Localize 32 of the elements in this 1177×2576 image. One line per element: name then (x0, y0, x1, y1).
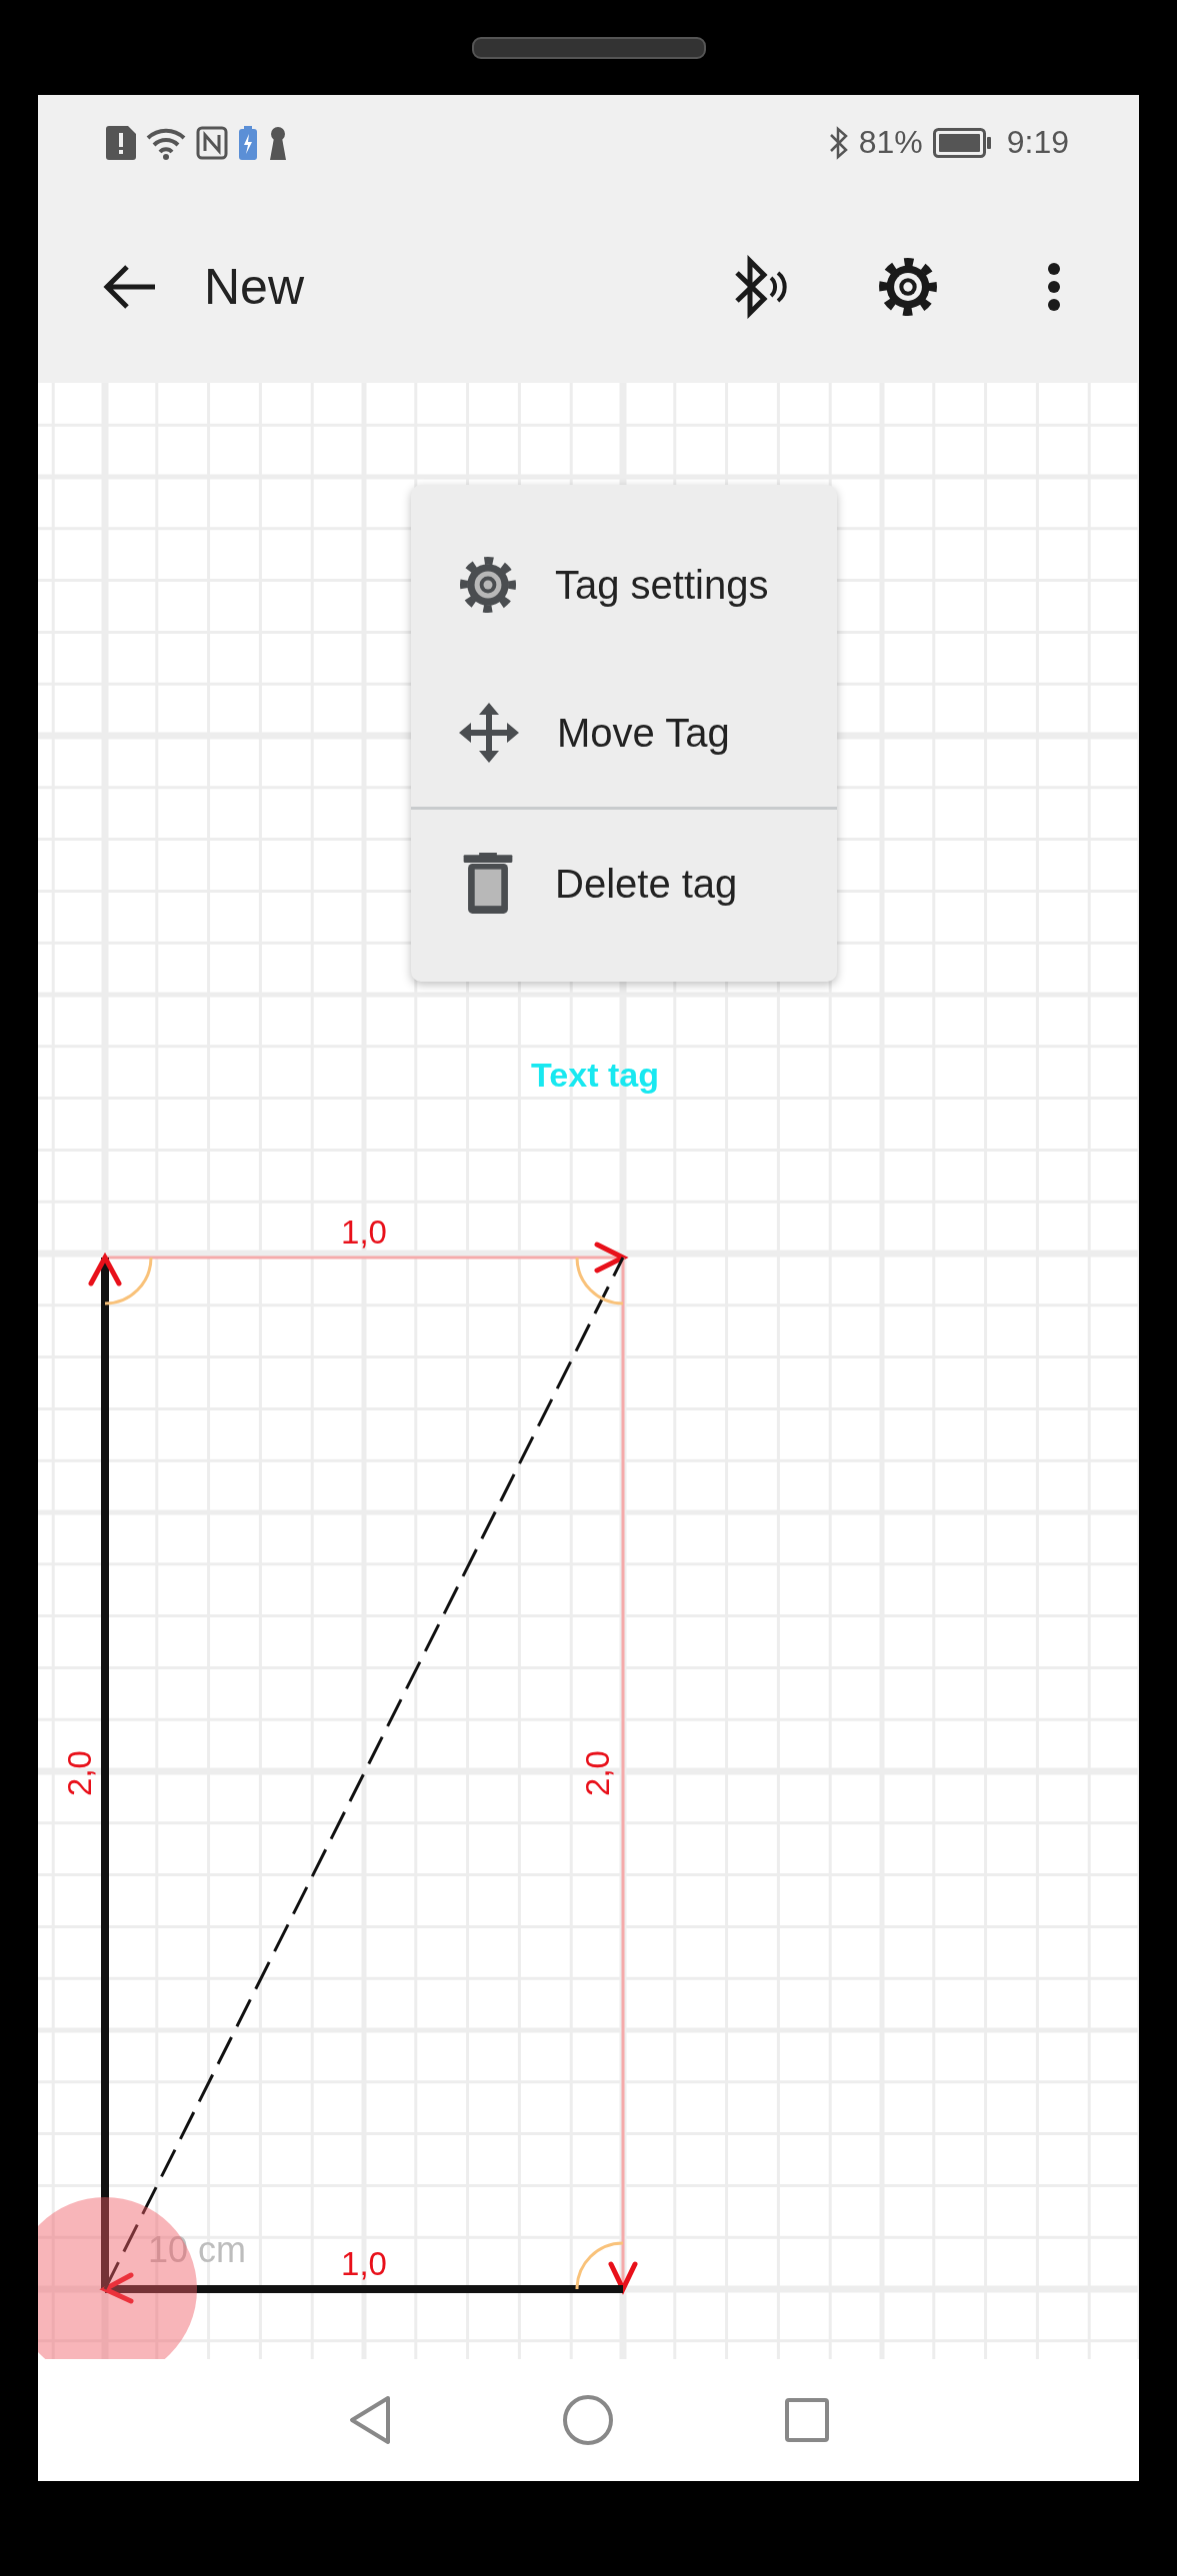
move-icon (457, 701, 521, 765)
scale-label: 10 cm (148, 2229, 247, 2270)
recents-square-icon (783, 2397, 830, 2443)
menu-item[interactable]: Delete tag (411, 810, 837, 958)
nav-back-button[interactable] (347, 2395, 392, 2445)
settings-icon (877, 255, 939, 318)
back-arrow-icon (103, 263, 157, 310)
angle-arc (104, 1257, 153, 1305)
nav-recents-button[interactable] (783, 2397, 830, 2443)
dimension-label: 1,0 (341, 1214, 387, 1251)
battery-saver-icon (238, 125, 258, 160)
bluetooth-icon (828, 125, 849, 160)
clock-time: 9:19 (1006, 124, 1069, 161)
screen-title: New (204, 257, 306, 316)
keyhole-icon (268, 125, 288, 160)
dimension-label: 2,0 (579, 1750, 616, 1796)
nfc-icon (196, 125, 228, 160)
battery-percentage: 81% (858, 124, 923, 161)
menu-item[interactable]: Move Tag (411, 659, 837, 807)
angle-arc (575, 2241, 624, 2290)
nav-home-button[interactable] (561, 2394, 614, 2446)
angle-arc (575, 1257, 624, 1305)
home-circle-icon (561, 2394, 614, 2446)
dimension-label: 2,0 (61, 1750, 98, 1796)
settings-icon (457, 554, 519, 616)
bluetooth-signal-icon (734, 254, 790, 319)
alert-icon (106, 125, 136, 160)
back-triangle-icon (347, 2395, 392, 2445)
more-icon (1046, 261, 1062, 312)
battery-icon (932, 127, 991, 158)
menu-item[interactable]: Tag settings (411, 511, 837, 659)
dimension-label: 1,0 (341, 2245, 387, 2282)
